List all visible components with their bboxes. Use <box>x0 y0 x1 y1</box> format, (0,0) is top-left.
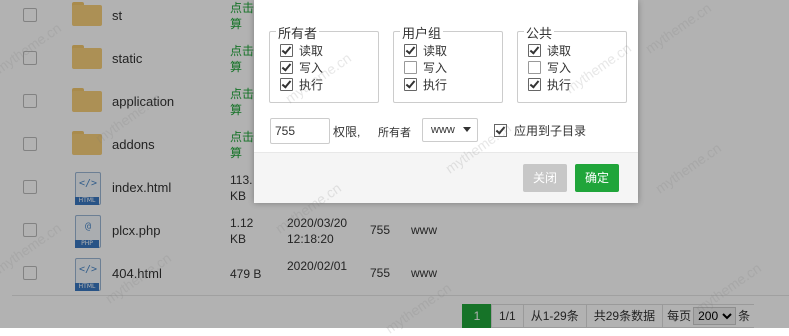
owner-permission-group: 所有者 读取 写入 执行 <box>269 23 379 103</box>
owner-read-checkbox[interactable]: 读取 <box>280 43 323 58</box>
group-exec-checkbox[interactable]: 执行 <box>404 77 447 92</box>
permission-label: 权限, <box>333 125 361 139</box>
public-read-checkbox[interactable]: 读取 <box>528 43 571 58</box>
public-exec-checkbox[interactable]: 执行 <box>528 77 571 92</box>
owner-label: 所有者 <box>378 127 411 139</box>
permission-dialog: 所有者 读取 写入 执行 用户组 读取 写入 执行 公共 读取 写入 执行 权限… <box>254 0 638 203</box>
close-button[interactable]: 关闭 <box>523 164 567 192</box>
apply-subdir-checkbox[interactable]: 应用到子目录 <box>494 122 586 139</box>
dialog-footer: 关闭 确定 <box>254 152 638 203</box>
group-title: 用户组 <box>400 23 444 42</box>
permission-input[interactable] <box>270 118 330 144</box>
public-write-checkbox[interactable]: 写入 <box>528 60 571 75</box>
chevron-down-icon <box>463 127 471 132</box>
group-write-checkbox[interactable]: 写入 <box>404 60 447 75</box>
usergroup-permission-group: 用户组 读取 写入 执行 <box>393 23 503 103</box>
owner-select[interactable]: www <box>422 118 478 142</box>
owner-write-checkbox[interactable]: 写入 <box>280 60 323 75</box>
public-permission-group: 公共 读取 写入 执行 <box>517 23 627 103</box>
group-read-checkbox[interactable]: 读取 <box>404 43 447 58</box>
group-title: 所有者 <box>276 23 320 42</box>
group-title: 公共 <box>524 23 555 42</box>
confirm-button[interactable]: 确定 <box>575 164 619 192</box>
owner-exec-checkbox[interactable]: 执行 <box>280 77 323 92</box>
